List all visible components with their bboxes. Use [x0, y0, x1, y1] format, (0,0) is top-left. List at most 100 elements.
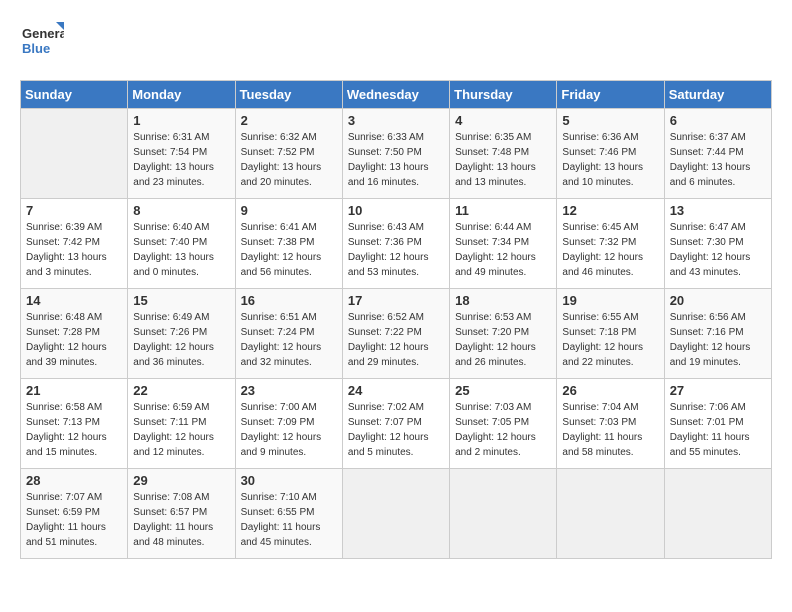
- calendar-cell: 10 Sunrise: 6:43 AM Sunset: 7:36 PM Dayl…: [342, 199, 449, 289]
- day-info: Sunrise: 7:04 AM Sunset: 7:03 PM Dayligh…: [562, 400, 658, 460]
- weekday-header: Saturday: [664, 81, 771, 109]
- calendar-cell: 23 Sunrise: 7:00 AM Sunset: 7:09 PM Dayl…: [235, 379, 342, 469]
- day-info: Sunrise: 7:03 AM Sunset: 7:05 PM Dayligh…: [455, 400, 551, 460]
- calendar-cell: 29 Sunrise: 7:08 AM Sunset: 6:57 PM Dayl…: [128, 469, 235, 559]
- day-number: 28: [26, 473, 122, 488]
- day-info: Sunrise: 6:35 AM Sunset: 7:48 PM Dayligh…: [455, 130, 551, 190]
- calendar-cell: 21 Sunrise: 6:58 AM Sunset: 7:13 PM Dayl…: [21, 379, 128, 469]
- day-number: 21: [26, 383, 122, 398]
- calendar-cell: 18 Sunrise: 6:53 AM Sunset: 7:20 PM Dayl…: [450, 289, 557, 379]
- calendar-cell: 17 Sunrise: 6:52 AM Sunset: 7:22 PM Dayl…: [342, 289, 449, 379]
- day-info: Sunrise: 6:47 AM Sunset: 7:30 PM Dayligh…: [670, 220, 766, 280]
- calendar-cell: 26 Sunrise: 7:04 AM Sunset: 7:03 PM Dayl…: [557, 379, 664, 469]
- day-number: 9: [241, 203, 337, 218]
- calendar-cell: 16 Sunrise: 6:51 AM Sunset: 7:24 PM Dayl…: [235, 289, 342, 379]
- day-info: Sunrise: 7:07 AM Sunset: 6:59 PM Dayligh…: [26, 490, 122, 550]
- day-number: 14: [26, 293, 122, 308]
- calendar-cell: 19 Sunrise: 6:55 AM Sunset: 7:18 PM Dayl…: [557, 289, 664, 379]
- calendar-cell: 25 Sunrise: 7:03 AM Sunset: 7:05 PM Dayl…: [450, 379, 557, 469]
- day-info: Sunrise: 6:48 AM Sunset: 7:28 PM Dayligh…: [26, 310, 122, 370]
- calendar-table: SundayMondayTuesdayWednesdayThursdayFrid…: [20, 80, 772, 559]
- day-info: Sunrise: 6:40 AM Sunset: 7:40 PM Dayligh…: [133, 220, 229, 280]
- calendar-cell: [557, 469, 664, 559]
- calendar-cell: [664, 469, 771, 559]
- day-number: 8: [133, 203, 229, 218]
- day-number: 13: [670, 203, 766, 218]
- day-info: Sunrise: 6:31 AM Sunset: 7:54 PM Dayligh…: [133, 130, 229, 190]
- day-info: Sunrise: 6:56 AM Sunset: 7:16 PM Dayligh…: [670, 310, 766, 370]
- page-header: General Blue: [20, 20, 772, 64]
- calendar-cell: 22 Sunrise: 6:59 AM Sunset: 7:11 PM Dayl…: [128, 379, 235, 469]
- day-number: 2: [241, 113, 337, 128]
- day-info: Sunrise: 7:02 AM Sunset: 7:07 PM Dayligh…: [348, 400, 444, 460]
- day-info: Sunrise: 7:00 AM Sunset: 7:09 PM Dayligh…: [241, 400, 337, 460]
- calendar-cell: [21, 109, 128, 199]
- day-number: 5: [562, 113, 658, 128]
- day-number: 29: [133, 473, 229, 488]
- weekday-header: Monday: [128, 81, 235, 109]
- calendar-cell: 7 Sunrise: 6:39 AM Sunset: 7:42 PM Dayli…: [21, 199, 128, 289]
- day-number: 16: [241, 293, 337, 308]
- calendar-cell: 28 Sunrise: 7:07 AM Sunset: 6:59 PM Dayl…: [21, 469, 128, 559]
- day-info: Sunrise: 6:58 AM Sunset: 7:13 PM Dayligh…: [26, 400, 122, 460]
- weekday-header: Thursday: [450, 81, 557, 109]
- calendar-cell: 8 Sunrise: 6:40 AM Sunset: 7:40 PM Dayli…: [128, 199, 235, 289]
- day-info: Sunrise: 6:43 AM Sunset: 7:36 PM Dayligh…: [348, 220, 444, 280]
- day-info: Sunrise: 6:52 AM Sunset: 7:22 PM Dayligh…: [348, 310, 444, 370]
- day-info: Sunrise: 6:55 AM Sunset: 7:18 PM Dayligh…: [562, 310, 658, 370]
- day-info: Sunrise: 6:41 AM Sunset: 7:38 PM Dayligh…: [241, 220, 337, 280]
- day-number: 7: [26, 203, 122, 218]
- day-number: 27: [670, 383, 766, 398]
- calendar-cell: [450, 469, 557, 559]
- day-number: 3: [348, 113, 444, 128]
- weekday-header: Tuesday: [235, 81, 342, 109]
- calendar-cell: 27 Sunrise: 7:06 AM Sunset: 7:01 PM Dayl…: [664, 379, 771, 469]
- calendar-cell: 24 Sunrise: 7:02 AM Sunset: 7:07 PM Dayl…: [342, 379, 449, 469]
- day-info: Sunrise: 6:36 AM Sunset: 7:46 PM Dayligh…: [562, 130, 658, 190]
- calendar-cell: [342, 469, 449, 559]
- day-info: Sunrise: 6:59 AM Sunset: 7:11 PM Dayligh…: [133, 400, 229, 460]
- day-info: Sunrise: 6:45 AM Sunset: 7:32 PM Dayligh…: [562, 220, 658, 280]
- calendar-cell: 4 Sunrise: 6:35 AM Sunset: 7:48 PM Dayli…: [450, 109, 557, 199]
- day-number: 20: [670, 293, 766, 308]
- calendar-cell: 12 Sunrise: 6:45 AM Sunset: 7:32 PM Dayl…: [557, 199, 664, 289]
- calendar-cell: 5 Sunrise: 6:36 AM Sunset: 7:46 PM Dayli…: [557, 109, 664, 199]
- logo-icon: General Blue: [20, 20, 64, 64]
- calendar-cell: 11 Sunrise: 6:44 AM Sunset: 7:34 PM Dayl…: [450, 199, 557, 289]
- day-info: Sunrise: 7:06 AM Sunset: 7:01 PM Dayligh…: [670, 400, 766, 460]
- calendar-cell: 14 Sunrise: 6:48 AM Sunset: 7:28 PM Dayl…: [21, 289, 128, 379]
- day-info: Sunrise: 6:32 AM Sunset: 7:52 PM Dayligh…: [241, 130, 337, 190]
- day-number: 12: [562, 203, 658, 218]
- day-number: 4: [455, 113, 551, 128]
- day-number: 11: [455, 203, 551, 218]
- day-number: 17: [348, 293, 444, 308]
- calendar-cell: 1 Sunrise: 6:31 AM Sunset: 7:54 PM Dayli…: [128, 109, 235, 199]
- svg-text:Blue: Blue: [22, 41, 50, 56]
- day-number: 19: [562, 293, 658, 308]
- calendar-cell: 13 Sunrise: 6:47 AM Sunset: 7:30 PM Dayl…: [664, 199, 771, 289]
- day-number: 15: [133, 293, 229, 308]
- weekday-header: Friday: [557, 81, 664, 109]
- day-number: 10: [348, 203, 444, 218]
- calendar-cell: 15 Sunrise: 6:49 AM Sunset: 7:26 PM Dayl…: [128, 289, 235, 379]
- weekday-header: Sunday: [21, 81, 128, 109]
- day-info: Sunrise: 6:49 AM Sunset: 7:26 PM Dayligh…: [133, 310, 229, 370]
- calendar-cell: 2 Sunrise: 6:32 AM Sunset: 7:52 PM Dayli…: [235, 109, 342, 199]
- calendar-cell: 30 Sunrise: 7:10 AM Sunset: 6:55 PM Dayl…: [235, 469, 342, 559]
- day-number: 25: [455, 383, 551, 398]
- day-number: 23: [241, 383, 337, 398]
- day-info: Sunrise: 6:33 AM Sunset: 7:50 PM Dayligh…: [348, 130, 444, 190]
- day-number: 1: [133, 113, 229, 128]
- day-info: Sunrise: 7:10 AM Sunset: 6:55 PM Dayligh…: [241, 490, 337, 550]
- day-info: Sunrise: 6:44 AM Sunset: 7:34 PM Dayligh…: [455, 220, 551, 280]
- day-number: 30: [241, 473, 337, 488]
- logo: General Blue: [20, 20, 64, 64]
- day-number: 26: [562, 383, 658, 398]
- day-number: 6: [670, 113, 766, 128]
- day-info: Sunrise: 6:53 AM Sunset: 7:20 PM Dayligh…: [455, 310, 551, 370]
- day-info: Sunrise: 6:37 AM Sunset: 7:44 PM Dayligh…: [670, 130, 766, 190]
- day-number: 24: [348, 383, 444, 398]
- calendar-cell: 9 Sunrise: 6:41 AM Sunset: 7:38 PM Dayli…: [235, 199, 342, 289]
- calendar-cell: 20 Sunrise: 6:56 AM Sunset: 7:16 PM Dayl…: [664, 289, 771, 379]
- day-number: 22: [133, 383, 229, 398]
